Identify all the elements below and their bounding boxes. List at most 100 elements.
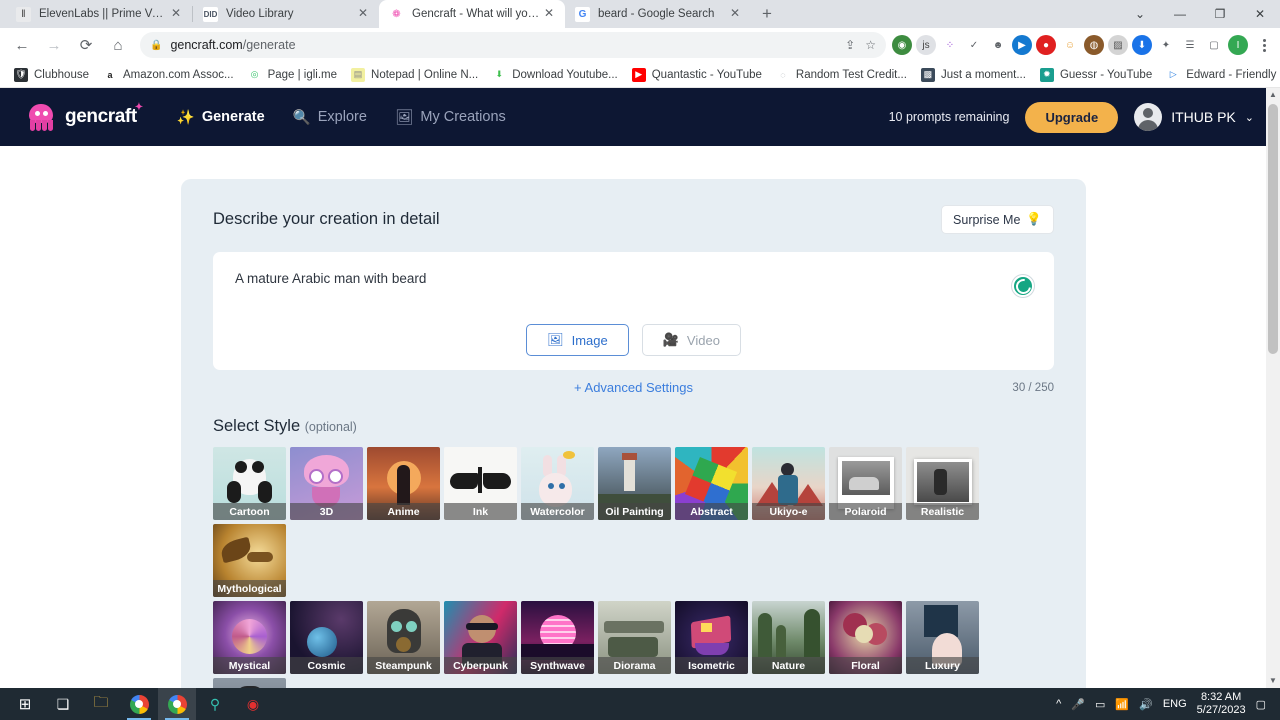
- account-menu[interactable]: ITHUB PK ⌄: [1134, 103, 1254, 131]
- puzzle-extension-icon[interactable]: ✦: [1156, 35, 1176, 55]
- cookie-extension-icon[interactable]: ◍: [1084, 35, 1104, 55]
- browser-tab[interactable]: ‖ ElevenLabs || Prime Voice AI ✕: [6, 0, 192, 28]
- grey-extension-icon[interactable]: ▨: [1108, 35, 1128, 55]
- chevron-down-icon[interactable]: ⌄: [1120, 0, 1160, 28]
- share-icon[interactable]: ⇪: [845, 38, 855, 52]
- format-image-button[interactable]: 🖼 Image: [526, 324, 629, 356]
- style-tile-realistic[interactable]: Realistic: [906, 447, 979, 520]
- minimize-button[interactable]: —: [1160, 0, 1200, 28]
- task-view-button[interactable]: ❏: [44, 688, 82, 720]
- js-extension-icon[interactable]: js: [916, 35, 936, 55]
- home-icon[interactable]: ⌂: [104, 31, 132, 59]
- dots-extension-icon[interactable]: ⁘: [940, 35, 960, 55]
- record-extension-icon[interactable]: ●: [1036, 35, 1056, 55]
- address-bar[interactable]: 🔒 gencraft.com/generate ⇪ ☆: [140, 32, 886, 58]
- maximize-button[interactable]: ❐: [1200, 0, 1240, 28]
- style-tile-abstract[interactable]: Abstract: [675, 447, 748, 520]
- recorder-button[interactable]: ◉: [234, 688, 272, 720]
- reading-list-icon[interactable]: ☰: [1180, 35, 1200, 55]
- close-icon[interactable]: ✕: [541, 6, 557, 22]
- style-tile-ukiyo-e[interactable]: Ukiyo-e: [752, 447, 825, 520]
- forward-icon[interactable]: →: [40, 31, 68, 59]
- style-tile-synthwave[interactable]: Synthwave: [521, 601, 594, 674]
- style-tile-luxury[interactable]: Luxury: [906, 601, 979, 674]
- bookmark-item[interactable]: ▶ Quantastic - YouTube: [626, 66, 768, 84]
- style-tile-isometric[interactable]: Isometric: [675, 601, 748, 674]
- close-icon[interactable]: ✕: [355, 6, 371, 22]
- style-tile-steampunk[interactable]: Steampunk: [367, 601, 440, 674]
- upgrade-button[interactable]: Upgrade: [1025, 101, 1119, 133]
- bookmark-item[interactable]: a Amazon.com Assoc...: [97, 66, 240, 84]
- browser-tab[interactable]: G beard - Google Search ✕: [565, 0, 751, 28]
- style-tile-anime[interactable]: Anime: [367, 447, 440, 520]
- nav-item-explore[interactable]: 🔍 Explore: [293, 109, 367, 126]
- volume-icon[interactable]: 🔊: [1139, 698, 1153, 711]
- style-tile-polaroid[interactable]: Polaroid: [829, 447, 902, 520]
- prompt-input[interactable]: A mature Arabic man with beard 🖼 Image 🎥…: [213, 252, 1054, 370]
- close-icon[interactable]: ✕: [168, 6, 184, 22]
- robot-extension-icon[interactable]: ☻: [988, 35, 1008, 55]
- new-tab-button[interactable]: +: [753, 0, 781, 28]
- video-extension-icon[interactable]: ▶: [1012, 35, 1032, 55]
- reload-icon[interactable]: ⟳: [72, 31, 100, 59]
- bookmark-item[interactable]: ◌ Random Test Credit...: [770, 66, 913, 84]
- style-tile-mystical[interactable]: Mystical: [213, 601, 286, 674]
- style-tile-cartoon[interactable]: Cartoon: [213, 447, 286, 520]
- file-explorer-button[interactable]: 🗀: [82, 688, 120, 720]
- download-extension-icon[interactable]: ⬇: [1132, 35, 1152, 55]
- back-icon[interactable]: ←: [8, 31, 36, 59]
- close-icon[interactable]: ✕: [727, 6, 743, 22]
- style-tile-3d[interactable]: 3D: [290, 447, 363, 520]
- format-video-button[interactable]: 🎥 Video: [641, 324, 741, 356]
- gencraft-logo[interactable]: gencraft ✦: [26, 102, 143, 132]
- checkmark-extension-icon[interactable]: ✓: [964, 35, 984, 55]
- clock[interactable]: 8:32 AM 5/27/2023: [1197, 691, 1246, 717]
- bookmark-item[interactable]: ▩ Just a moment...: [915, 66, 1032, 84]
- bookmark-item[interactable]: 🛡 Clubhouse: [8, 66, 95, 84]
- scrollbar-thumb[interactable]: [1268, 104, 1278, 354]
- sidepanel-icon[interactable]: ▢: [1204, 35, 1224, 55]
- nav-item-generate[interactable]: ✨ Generate: [177, 109, 265, 126]
- chrome-window-1-button[interactable]: [120, 688, 158, 720]
- page-scrollbar[interactable]: ▲ ▼: [1266, 88, 1280, 688]
- close-window-button[interactable]: ✕: [1240, 0, 1280, 28]
- advanced-settings-link[interactable]: + Advanced Settings: [574, 380, 693, 395]
- chevron-down-icon[interactable]: ⌄: [1245, 111, 1254, 124]
- bookmark-item[interactable]: ⬇ Download Youtube...: [486, 66, 624, 84]
- person-extension-icon[interactable]: ☺: [1060, 35, 1080, 55]
- style-tile-cyberpunk[interactable]: Cyberpunk: [444, 601, 517, 674]
- scroll-up-arrow[interactable]: ▲: [1266, 88, 1280, 102]
- mic-icon[interactable]: 🎤: [1071, 698, 1085, 711]
- nav-item-my-creations[interactable]: 🖼 My Creations: [395, 109, 506, 126]
- chrome-menu-icon[interactable]: [1254, 33, 1274, 57]
- language-indicator[interactable]: ENG: [1163, 698, 1187, 710]
- profile-avatar-icon[interactable]: I: [1228, 35, 1248, 55]
- style-tile-streetwear[interactable]: Streetwear: [213, 678, 286, 688]
- style-tile-ink[interactable]: Ink: [444, 447, 517, 520]
- scroll-down-arrow[interactable]: ▼: [1266, 674, 1280, 688]
- grammarly-icon[interactable]: [1012, 275, 1034, 297]
- app-button[interactable]: ⚲: [196, 688, 234, 720]
- style-tile-cosmic[interactable]: Cosmic: [290, 601, 363, 674]
- style-tile-mythological[interactable]: Mythological: [213, 524, 286, 597]
- bookmark-item[interactable]: ▤ Notepad | Online N...: [345, 66, 484, 84]
- bookmark-item[interactable]: ✹ Guessr - YouTube: [1034, 66, 1158, 84]
- bookmark-item[interactable]: ▷ Edward - Friendly: [1160, 66, 1280, 84]
- browser-tab-active[interactable]: ❁ Gencraft - What will you create? ✕: [379, 0, 565, 28]
- wifi-icon[interactable]: 📶: [1115, 698, 1129, 711]
- battery-icon[interactable]: ▭: [1095, 698, 1105, 711]
- style-tile-nature[interactable]: Nature: [752, 601, 825, 674]
- chrome-window-2-button[interactable]: [158, 688, 196, 720]
- prompt-text[interactable]: A mature Arabic man with beard: [235, 271, 1032, 286]
- globe-extension-icon[interactable]: ◉: [892, 35, 912, 55]
- bookmark-item[interactable]: ◎ Page | igli.me: [242, 66, 343, 84]
- style-tile-watercolor[interactable]: Watercolor: [521, 447, 594, 520]
- style-tile-oil-painting[interactable]: Oil Painting: [598, 447, 671, 520]
- style-tile-floral[interactable]: Floral: [829, 601, 902, 674]
- style-tile-diorama[interactable]: Diorama: [598, 601, 671, 674]
- notification-icon[interactable]: ▢: [1256, 698, 1266, 711]
- start-button[interactable]: ⊞: [6, 688, 44, 720]
- tray-chevron-icon[interactable]: ^: [1056, 698, 1061, 710]
- bookmark-star-icon[interactable]: ☆: [865, 38, 876, 52]
- surprise-me-button[interactable]: Surprise Me 💡: [941, 205, 1054, 234]
